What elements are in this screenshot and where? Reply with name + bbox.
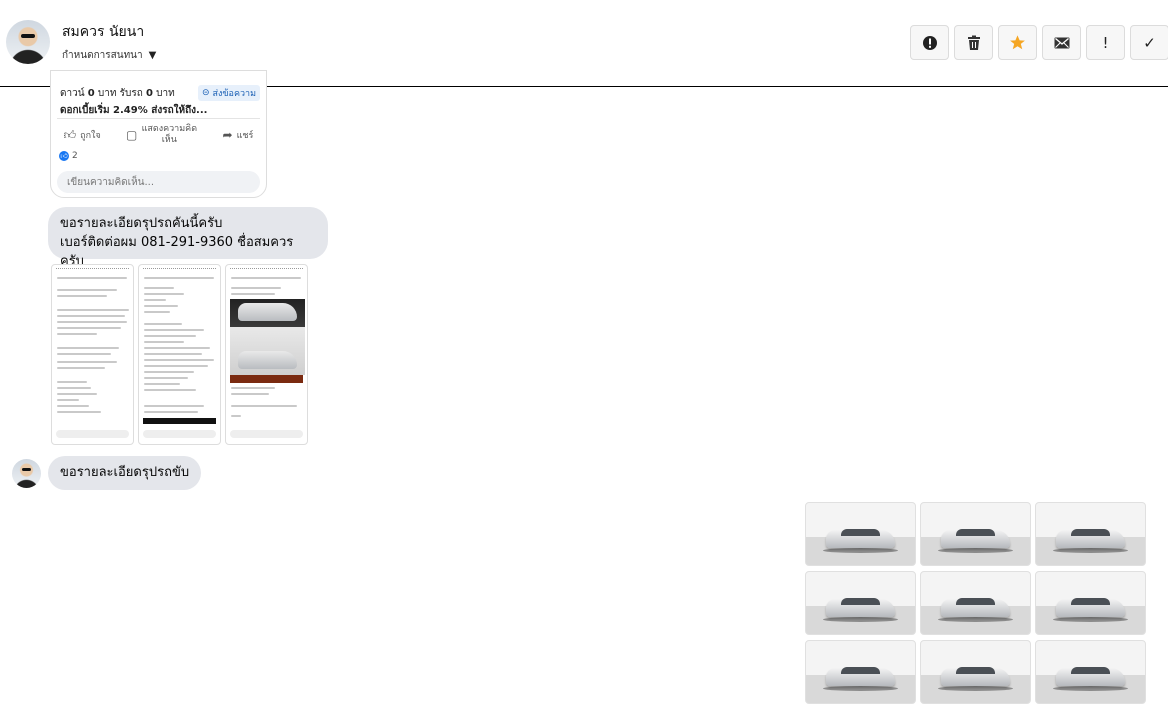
screenshot-attachments [51,264,308,445]
sender-avatar[interactable] [12,459,41,488]
screenshot-thumbnail[interactable] [225,264,308,445]
check-icon: ✓ [1143,33,1156,52]
car-photo[interactable] [805,502,916,566]
contact-avatar[interactable] [6,20,50,64]
speech-bubble-icon: ▢ [125,128,138,142]
report-button[interactable] [910,25,949,60]
message-bubble[interactable]: ขอรายละเอียดรุปรถขับ [48,456,202,490]
thumbs-up-icon: 👍︎ [63,127,77,142]
share-button[interactable]: ➦ แชร์ [223,128,254,142]
star-icon [1010,35,1025,50]
car-photo[interactable] [805,640,916,704]
header-actions: ! ✓ [910,25,1168,60]
car-photo-grid [805,502,1147,704]
envelope-icon [1054,37,1069,48]
send-message-button[interactable]: ⊝ ส่งข้อความ [198,85,260,101]
like-count[interactable]: 👍︎ 2 [59,151,78,161]
message-bubble[interactable]: ขอรายละเอียดรุปรถคันนี้ครับ เบอร์ติดต่อผ… [48,207,328,269]
message-line: ขอรายละเอียดรุปรถคันนี้ครับ [60,216,223,231]
car-photo[interactable] [1035,502,1146,566]
trash-icon [967,35,980,50]
share-arrow-icon: ➦ [222,128,233,142]
car-photo[interactable] [805,571,916,635]
like-button[interactable]: 👍︎ ถูกใจ [64,128,101,143]
divider [57,118,260,119]
comment-input[interactable]: เขียนความคิดเห็น... [57,171,260,193]
car-photo[interactable] [920,571,1031,635]
mark-done-button[interactable]: ✓ [1130,25,1168,60]
report-icon [922,35,937,50]
car-photo[interactable] [1035,571,1146,635]
car-photo[interactable] [1035,640,1146,704]
comment-button[interactable]: ▢ แสดงความคิดเห็น [126,124,197,146]
chat-settings-dropdown[interactable]: กำหนดการสนทนา ▼ [62,48,156,63]
mark-important-button[interactable]: ! [1086,25,1125,60]
car-photo[interactable] [920,502,1031,566]
delete-button[interactable] [954,25,993,60]
screenshot-thumbnail[interactable] [51,264,134,445]
screenshot-thumbnail[interactable] [138,264,221,445]
star-button[interactable] [998,25,1037,60]
shared-post-card[interactable]: ดาวน์ 0 บาท รับรถ 0 บาท ดอกเบี้ยเริ่ม 2.… [50,70,267,198]
like-reaction-icon: 👍︎ [59,151,69,161]
chat-settings-label: กำหนดการสนทนา [62,50,143,61]
caret-down-icon: ▼ [148,50,157,61]
post-actions: 👍︎ ถูกใจ ▢ แสดงความคิดเห็น ➦ แชร์ [51,121,266,149]
exclamation-icon: ! [1102,33,1109,52]
email-button[interactable] [1042,25,1081,60]
messenger-icon: ⊝ [201,88,210,98]
car-photo[interactable] [920,640,1031,704]
shared-post-text: ดาวน์ 0 บาท รับรถ 0 บาท ดอกเบี้ยเริ่ม 2.… [60,88,208,116]
contact-name[interactable]: สมควร นัยนา [62,21,144,43]
